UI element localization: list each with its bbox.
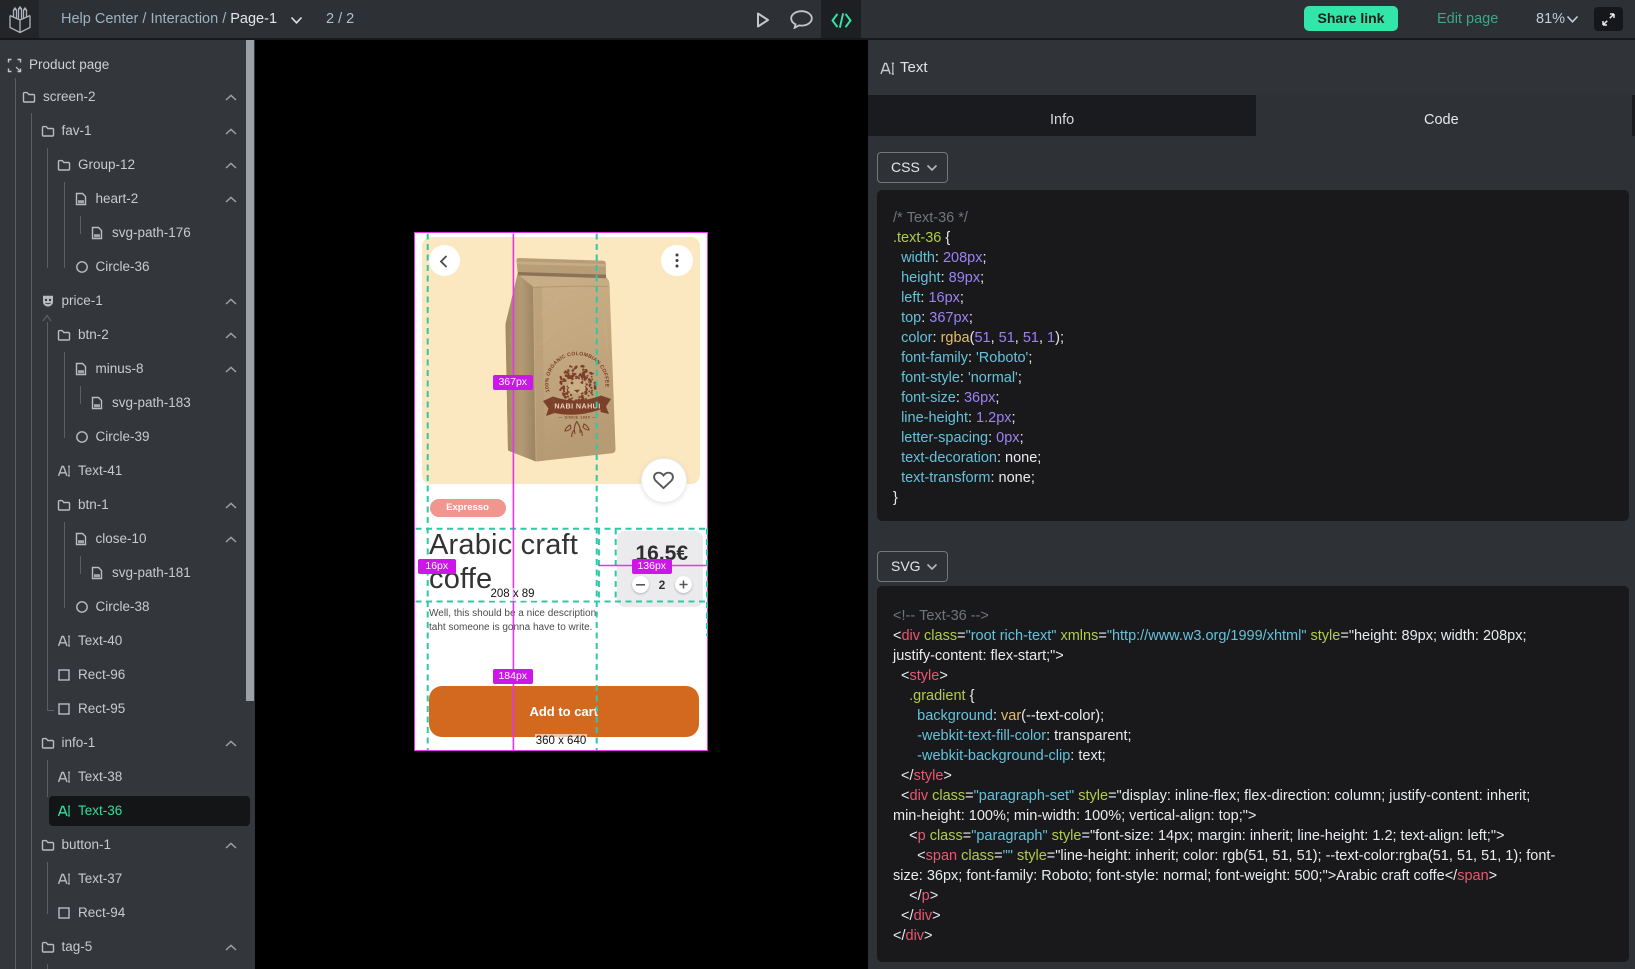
svg-text:— SINCE 1930 —: — SINCE 1930 — bbox=[559, 416, 597, 420]
svg-text:NABI NAHUI: NABI NAHUI bbox=[554, 402, 600, 411]
